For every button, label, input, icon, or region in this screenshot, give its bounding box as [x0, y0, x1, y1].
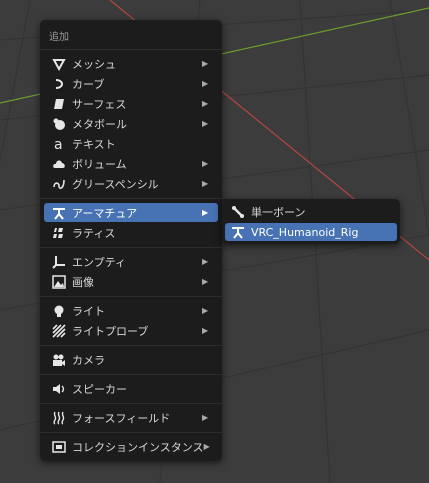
surface-icon: [52, 97, 66, 111]
volume-icon: [52, 157, 66, 171]
menu-title: 追加: [49, 32, 69, 43]
submenu-arrow-icon: ▶: [202, 306, 209, 315]
menu-item-label: サーフェス: [72, 97, 127, 111]
menu-item-empty[interactable]: エンプティ ▶: [44, 252, 218, 271]
menu-item-light-probe[interactable]: ライトプローブ ▶: [44, 321, 218, 340]
menu-item-label: ラティス: [72, 226, 116, 240]
menu-item-label: ライトプローブ: [72, 324, 149, 338]
separator: [40, 403, 222, 404]
speaker-icon: [52, 382, 66, 396]
menu-item-image[interactable]: 画像 ▶: [44, 272, 218, 291]
light-icon: [52, 304, 66, 318]
menu-item-surface[interactable]: サーフェス ▶: [44, 94, 218, 113]
menu-item-label: ボリューム: [72, 157, 127, 171]
separator: [40, 374, 222, 375]
grease-pencil-icon: [52, 177, 66, 191]
separator: [40, 198, 222, 199]
submenu-item-label: 単一ボーン: [251, 206, 306, 219]
menu-item-armature[interactable]: アーマチュア ▶: [44, 203, 218, 222]
menu-item-label: エンプティ: [72, 255, 127, 269]
menu-item-grease-pencil[interactable]: グリースペンシル ▶: [44, 174, 218, 193]
menu-item-force-field[interactable]: フォースフィールド ▶: [44, 408, 218, 427]
menu-item-label: カメラ: [72, 353, 105, 367]
separator: [40, 296, 222, 297]
submenu-arrow-icon: ▶: [202, 413, 209, 422]
menu-item-lattice[interactable]: ラティス: [44, 223, 218, 242]
menu-item-collection-instance[interactable]: コレクションインスタンス ▶: [44, 437, 218, 456]
menu-item-light[interactable]: ライト ▶: [44, 301, 218, 320]
submenu-arrow-icon: ▶: [202, 159, 209, 168]
force-field-icon: [52, 411, 66, 425]
curve-icon: [52, 77, 66, 91]
submenu-arrow-icon: ▶: [203, 442, 210, 451]
metaball-icon: [52, 117, 66, 131]
menu-item-mesh[interactable]: メッシュ ▶: [44, 54, 218, 73]
menu-item-curve[interactable]: カーブ ▶: [44, 74, 218, 93]
empty-icon: [52, 255, 66, 269]
mesh-icon: [52, 57, 66, 71]
menu-item-metaball[interactable]: メタボール ▶: [44, 114, 218, 133]
submenu-item-label: VRC_Humanoid_Rig: [251, 225, 359, 239]
image-icon: [52, 274, 66, 289]
light-probe-icon: [52, 323, 66, 338]
separator: [40, 247, 222, 248]
submenu-arrow-icon: ▶: [202, 79, 209, 88]
submenu-item-single-bone[interactable]: 単一ボーン: [225, 203, 397, 221]
submenu-arrow-icon: ▶: [202, 99, 209, 108]
menu-item-label: コレクションインスタンス: [72, 440, 204, 454]
camera-icon: [52, 353, 66, 367]
submenu-arrow-icon: ▶: [202, 257, 209, 266]
menu-item-camera[interactable]: カメラ: [44, 350, 218, 369]
menu-item-label: カーブ: [72, 77, 105, 91]
submenu-arrow-icon: ▶: [202, 326, 209, 335]
menu-item-label: スピーカー: [72, 382, 127, 396]
armature-icon: [231, 225, 245, 239]
separator: [40, 345, 222, 346]
submenu-item-vrc-humanoid-rig[interactable]: VRC_Humanoid_Rig: [225, 223, 397, 241]
menu-item-label: メッシュ: [72, 57, 116, 71]
collection-instance-icon: [52, 440, 66, 454]
text-icon: a: [52, 137, 66, 151]
menu-item-label: ライト: [72, 304, 105, 318]
add-menu: 追加 メッシュ ▶ カーブ ▶ サーフェス ▶ メタボール ▶ a テキスト ボ…: [40, 20, 222, 461]
submenu-arrow-icon: ▶: [202, 119, 209, 128]
menu-item-label: メタボール: [72, 117, 127, 131]
submenu-arrow-icon: ▶: [202, 208, 209, 217]
menu-item-label: フォースフィールド: [72, 411, 171, 425]
submenu-arrow-icon: ▶: [202, 179, 209, 188]
separator: [40, 49, 222, 50]
bone-icon: [231, 205, 245, 219]
svg-text:a: a: [54, 137, 63, 151]
menu-item-volume[interactable]: ボリューム ▶: [44, 154, 218, 173]
armature-submenu: 単一ボーン VRC_Humanoid_Rig: [222, 199, 400, 244]
menu-item-speaker[interactable]: スピーカー: [44, 379, 218, 398]
menu-item-label: アーマチュア: [72, 206, 138, 220]
menu-item-label: 画像: [72, 275, 94, 289]
armature-icon: [52, 206, 66, 220]
menu-item-label: テキスト: [72, 137, 116, 151]
menu-item-text[interactable]: a テキスト: [44, 134, 218, 153]
lattice-icon: [52, 226, 66, 240]
menu-item-label: グリースペンシル: [72, 177, 159, 191]
submenu-arrow-icon: ▶: [202, 59, 209, 68]
separator: [40, 432, 222, 433]
submenu-arrow-icon: ▶: [202, 277, 209, 286]
